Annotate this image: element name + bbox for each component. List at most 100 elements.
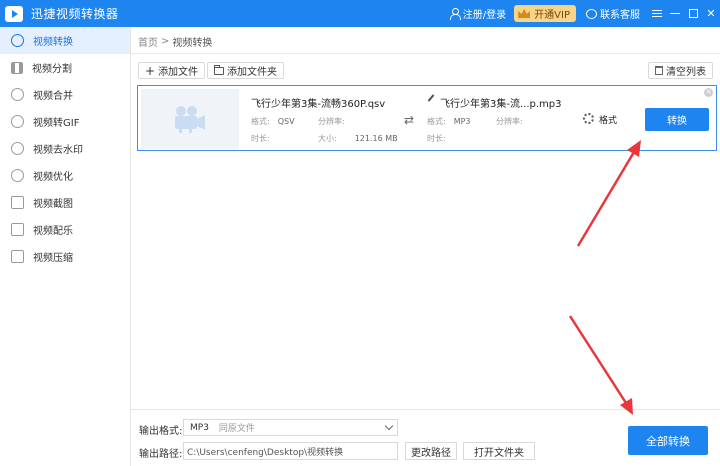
sidebar-item-label: 视频优化 xyxy=(33,172,73,183)
breadcrumb-current: 视频转换 xyxy=(172,38,213,49)
format-settings-label[interactable]: 格式 xyxy=(599,113,617,126)
menu-button[interactable] xyxy=(648,0,666,27)
close-icon: ✕ xyxy=(706,7,716,20)
sidebar-item-video-split[interactable]: 视频分割 xyxy=(0,54,130,81)
add-file-button[interactable]: + 添加文件 xyxy=(138,62,206,79)
support-label: 联系客服 xyxy=(600,10,640,21)
source-resolution: 分辨率: xyxy=(318,116,345,127)
target-format-value: MP3 xyxy=(453,117,471,126)
target-resolution-label: 分辨率: xyxy=(496,117,523,126)
crown-icon xyxy=(518,9,531,18)
chevron-down-icon xyxy=(384,421,394,431)
menu-icon xyxy=(652,10,662,17)
sidebar-item-label: 视频转换 xyxy=(33,37,73,48)
output-path-input[interactable] xyxy=(183,442,398,460)
video-merge-icon xyxy=(11,88,24,101)
remove-file-icon[interactable]: ✕ xyxy=(704,88,713,97)
source-size-value: 121.16 MB xyxy=(354,134,398,143)
source-file-name: 飞行少年第3集-流畅360P.qsv xyxy=(251,99,386,110)
target-file-name: 飞行少年第3集-流...p.mp3 xyxy=(440,99,562,110)
output-panel: 输出格式: MP3 同原文件 输出路径: 更改路径 打开文件夹 全部转换 xyxy=(131,409,720,466)
sidebar-item-video-music[interactable]: 视频配乐 xyxy=(0,216,130,243)
close-button[interactable]: ✕ xyxy=(702,0,720,27)
source-size: 大小: 121.16 MB xyxy=(318,133,398,144)
target-duration-label: 时长: xyxy=(427,134,446,143)
sidebar-item-label: 视频截图 xyxy=(33,199,73,210)
output-format-select[interactable]: MP3 同原文件 xyxy=(183,419,398,436)
sidebar-item-label: 视频配乐 xyxy=(33,226,73,237)
convert-all-button[interactable]: 全部转换 xyxy=(628,426,708,455)
optimize-icon xyxy=(11,169,24,182)
source-format-value: QSV xyxy=(277,117,295,126)
file-item[interactable]: 飞行少年第3集-流畅360P.qsv 格式: QSV 分辨率: 时长: 大小: 12… xyxy=(137,85,717,151)
change-path-button[interactable]: 更改路径 xyxy=(405,442,457,460)
chat-icon xyxy=(586,8,597,19)
video-convert-icon xyxy=(11,34,24,47)
minimize-icon xyxy=(670,13,680,14)
breadcrumb-divider xyxy=(131,53,720,54)
clear-list-label: 清空列表 xyxy=(666,67,706,78)
vip-button[interactable]: 开通VIP xyxy=(514,5,576,22)
shuffle-icon: ⇄ xyxy=(404,113,415,127)
gear-icon[interactable] xyxy=(583,113,594,124)
add-file-label: 添加文件 xyxy=(158,67,199,78)
sidebar-item-video-merge[interactable]: 视频合并 xyxy=(0,81,130,108)
login-link[interactable]: 注册/登录 xyxy=(449,6,506,21)
source-duration-label: 时长: xyxy=(251,134,270,143)
target-format: 格式: MP3 xyxy=(427,116,471,127)
sidebar-item-label: 视频压缩 xyxy=(33,253,73,264)
sidebar-item-video-screenshot[interactable]: 视频截图 xyxy=(0,189,130,216)
sidebar-item-label: 视频合并 xyxy=(33,91,73,102)
sidebar: 视频转换 视频分割 视频合并 视频转GIF 视频去水印 视频优化 视频截图 视频… xyxy=(0,27,131,466)
vip-label: 开通VIP xyxy=(534,10,570,21)
app-title: 迅捷视频转换器 xyxy=(31,7,119,21)
source-duration: 时长: xyxy=(251,133,270,144)
maximize-button[interactable] xyxy=(684,0,702,27)
login-label: 注册/登录 xyxy=(462,10,507,21)
sidebar-item-video-watermark[interactable]: 视频去水印 xyxy=(0,135,130,162)
compress-icon xyxy=(11,250,24,263)
source-resolution-label: 分辨率: xyxy=(318,117,345,126)
sidebar-item-label: 视频分割 xyxy=(32,64,72,75)
add-folder-label: 添加文件夹 xyxy=(227,67,277,78)
breadcrumb-home[interactable]: 首页 xyxy=(138,34,158,49)
user-icon xyxy=(449,8,461,20)
clear-list-button[interactable]: 清空列表 xyxy=(648,62,713,79)
source-format-label: 格式: xyxy=(251,117,270,126)
gif-icon xyxy=(11,115,24,128)
sidebar-item-video-compress[interactable]: 视频压缩 xyxy=(0,243,130,270)
video-thumbnail xyxy=(141,89,239,149)
sidebar-item-video-optimize[interactable]: 视频优化 xyxy=(0,162,130,189)
pencil-icon[interactable] xyxy=(427,94,435,102)
add-folder-button[interactable]: 添加文件夹 xyxy=(207,62,284,79)
target-format-label: 格式: xyxy=(427,117,446,126)
main-panel: 首页 > 视频转换 + 添加文件 添加文件夹 清空列表 飞行少年第3集-流畅36… xyxy=(131,27,720,466)
output-format-sub: 同原文件 xyxy=(218,424,255,434)
minimize-button[interactable] xyxy=(666,0,684,27)
output-path-label: 输出路径: xyxy=(139,449,183,460)
music-icon xyxy=(11,223,24,236)
maximize-icon xyxy=(688,9,698,18)
folder-icon xyxy=(214,64,224,75)
title-bar-actions: 注册/登录 开通VIP 联系客服 ✕ xyxy=(449,0,720,27)
sidebar-item-video-gif[interactable]: 视频转GIF xyxy=(0,108,130,135)
output-format-value: MP3 xyxy=(190,422,209,433)
video-split-icon xyxy=(11,61,23,74)
app-logo-icon xyxy=(5,5,23,22)
video-camera-icon xyxy=(175,106,205,133)
breadcrumb: 首页 > 视频转换 xyxy=(138,34,212,49)
output-format-label: 输出格式: xyxy=(139,426,183,437)
title-bar: 迅捷视频转换器 注册/登录 开通VIP 联系客服 ✕ xyxy=(0,0,720,27)
target-duration: 时长: xyxy=(427,133,446,144)
plus-icon: + xyxy=(145,63,156,78)
sidebar-item-label: 视频去水印 xyxy=(33,145,83,156)
sidebar-item-label: 视频转GIF xyxy=(33,118,80,129)
sidebar-item-video-convert[interactable]: 视频转换 xyxy=(0,27,130,54)
source-size-label: 大小: xyxy=(318,134,337,143)
breadcrumb-separator: > xyxy=(161,36,170,47)
support-link[interactable]: 联系客服 xyxy=(586,6,640,21)
watermark-icon xyxy=(11,142,24,155)
target-resolution: 分辨率: xyxy=(496,116,523,127)
convert-button[interactable]: 转换 xyxy=(645,108,709,131)
open-folder-button[interactable]: 打开文件夹 xyxy=(463,442,535,460)
